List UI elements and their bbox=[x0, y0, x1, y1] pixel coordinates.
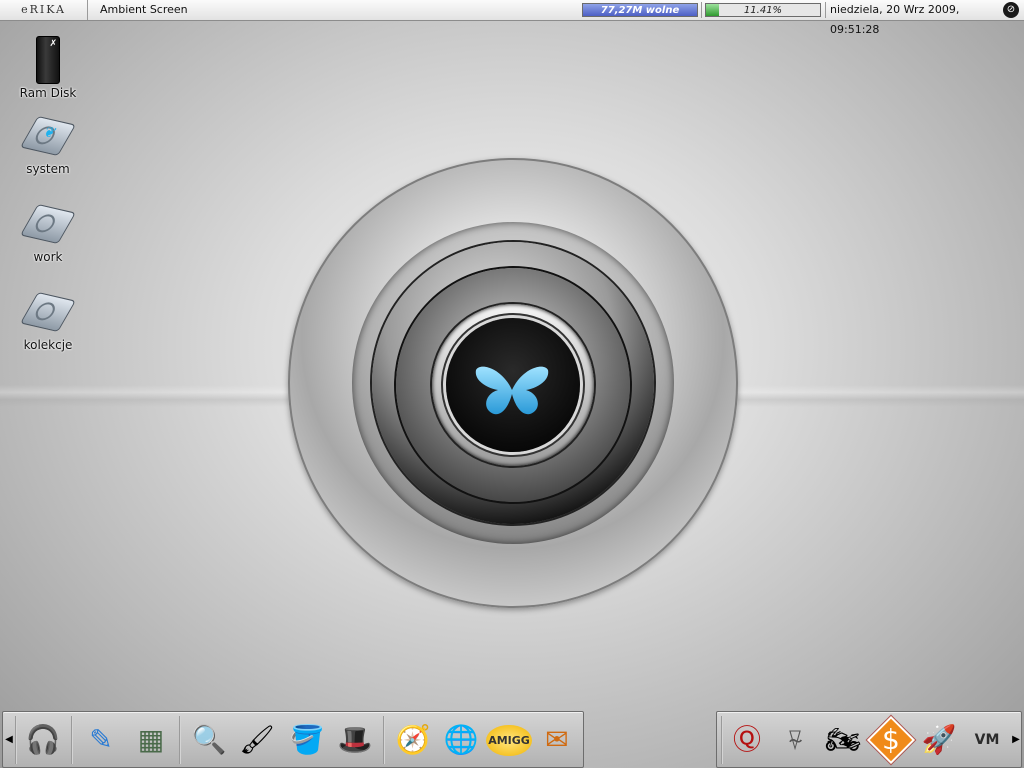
dock-right: Ⓠ ⍫ 🏍 $ 🚀 VM ▶ bbox=[716, 711, 1022, 768]
dock-item[interactable]: 🎧 bbox=[19, 716, 67, 764]
amicg-icon: AMIGG bbox=[486, 724, 532, 756]
desktop-icon-ram-disk[interactable]: Ram Disk bbox=[8, 36, 88, 100]
dock-item[interactable]: 🖌 bbox=[233, 716, 281, 764]
disc-mark bbox=[32, 212, 59, 235]
dock-scroll-right-icon[interactable]: ▶ bbox=[1011, 730, 1021, 750]
memory-gauge: 77,27M wolne bbox=[582, 3, 698, 17]
dock-scroll-left-icon[interactable]: ◀ bbox=[4, 730, 14, 750]
mail-icon: ✉ bbox=[545, 723, 569, 756]
dollar-sign-icon: $ bbox=[866, 715, 916, 765]
butterfly-logo-icon bbox=[475, 366, 549, 415]
desktop-icon-label: Ram Disk bbox=[19, 86, 77, 100]
hard-drive-icon bbox=[20, 291, 76, 333]
dock-item[interactable]: $ bbox=[866, 715, 916, 765]
separator bbox=[825, 2, 826, 18]
desktop-icon-system[interactable]: ❦ system bbox=[8, 115, 88, 176]
dock-item[interactable]: ✉ bbox=[533, 716, 581, 764]
screen-title: Ambient Screen bbox=[100, 3, 188, 16]
ram-disk-icon bbox=[36, 36, 60, 84]
dock-item[interactable]: 🏍 bbox=[819, 716, 867, 764]
memory-gauge-label: 77,27M wolne bbox=[600, 5, 680, 16]
dock-item[interactable]: VM bbox=[963, 716, 1011, 764]
paintbrush-icon: 🖌 bbox=[239, 723, 275, 756]
headphones-icon: 🎧 bbox=[25, 723, 61, 756]
desktop-icon-label: kolekcje bbox=[23, 338, 73, 352]
scummvm-icon: VM bbox=[974, 732, 1000, 748]
magic-hat-icon: 🎩 bbox=[337, 723, 373, 756]
dock-item[interactable]: 🧭 bbox=[389, 716, 437, 764]
hard-drive-icon bbox=[20, 203, 76, 245]
paint-bucket-icon: 🪣 bbox=[289, 723, 325, 756]
cpu-gauge: 11.41% bbox=[705, 3, 821, 17]
dock-item[interactable]: ▦ bbox=[127, 716, 175, 764]
dollar-glyph: $ bbox=[882, 722, 900, 756]
clock: niedziela, 20 Wrz 2009, 09:51:28 bbox=[830, 3, 960, 36]
dock-separator bbox=[15, 716, 17, 764]
separator bbox=[701, 2, 702, 18]
drawing-tablet-icon: ✎ bbox=[89, 723, 113, 756]
dock-separator bbox=[71, 716, 73, 764]
top-bar: eRIKA Ambient Screen 77,27M wolne 11.41%… bbox=[0, 0, 1024, 36]
desktop-icon-label: work bbox=[33, 250, 63, 264]
dock-item[interactable]: ⍫ bbox=[771, 716, 819, 764]
dock-item[interactable]: 🎩 bbox=[331, 716, 379, 764]
disc-mark bbox=[32, 300, 59, 323]
os-logo[interactable]: eRIKA bbox=[0, 0, 88, 20]
desktop-icon-work[interactable]: work bbox=[8, 203, 88, 264]
dock-item[interactable]: AMIGG bbox=[485, 716, 533, 764]
dock-item[interactable]: ✎ bbox=[77, 716, 125, 764]
dock-left: ◀ 🎧 ✎ ▦ 🔍 🖌 🪣 🎩 🧭 🌐 AMIGG ✉ bbox=[2, 711, 584, 768]
dock-item[interactable]: 🚀 bbox=[915, 716, 963, 764]
dock-item[interactable]: 🪣 bbox=[283, 716, 331, 764]
globe-browser-icon: 🌐 bbox=[443, 723, 479, 756]
motorbike-game-icon: 🏍 bbox=[825, 723, 861, 756]
dock-item[interactable]: Ⓠ bbox=[723, 716, 771, 764]
desktop-icon-kolekcje[interactable]: kolekcje bbox=[8, 291, 88, 352]
cpu-gauge-fill bbox=[706, 4, 719, 16]
quake-icon: Ⓠ bbox=[732, 723, 761, 756]
quake2-icon: ⍫ bbox=[786, 723, 804, 756]
screen-depth-icon[interactable]: ⊘ bbox=[1003, 2, 1019, 18]
dock-separator bbox=[179, 716, 181, 764]
dock-separator bbox=[383, 716, 385, 764]
dock-item[interactable]: 🔍 bbox=[185, 716, 233, 764]
desktop-icon-label: system bbox=[26, 162, 70, 176]
hard-drive-icon: ❦ bbox=[20, 115, 76, 157]
dock-item[interactable]: 🌐 bbox=[437, 716, 485, 764]
image-viewer-icon: 🔍 bbox=[191, 723, 227, 756]
rocket-game-icon: 🚀 bbox=[921, 723, 957, 756]
calculator-icon: ▦ bbox=[137, 723, 165, 756]
cpu-gauge-label: 11.41% bbox=[743, 5, 783, 16]
compass-browser-icon: 🧭 bbox=[395, 723, 431, 756]
